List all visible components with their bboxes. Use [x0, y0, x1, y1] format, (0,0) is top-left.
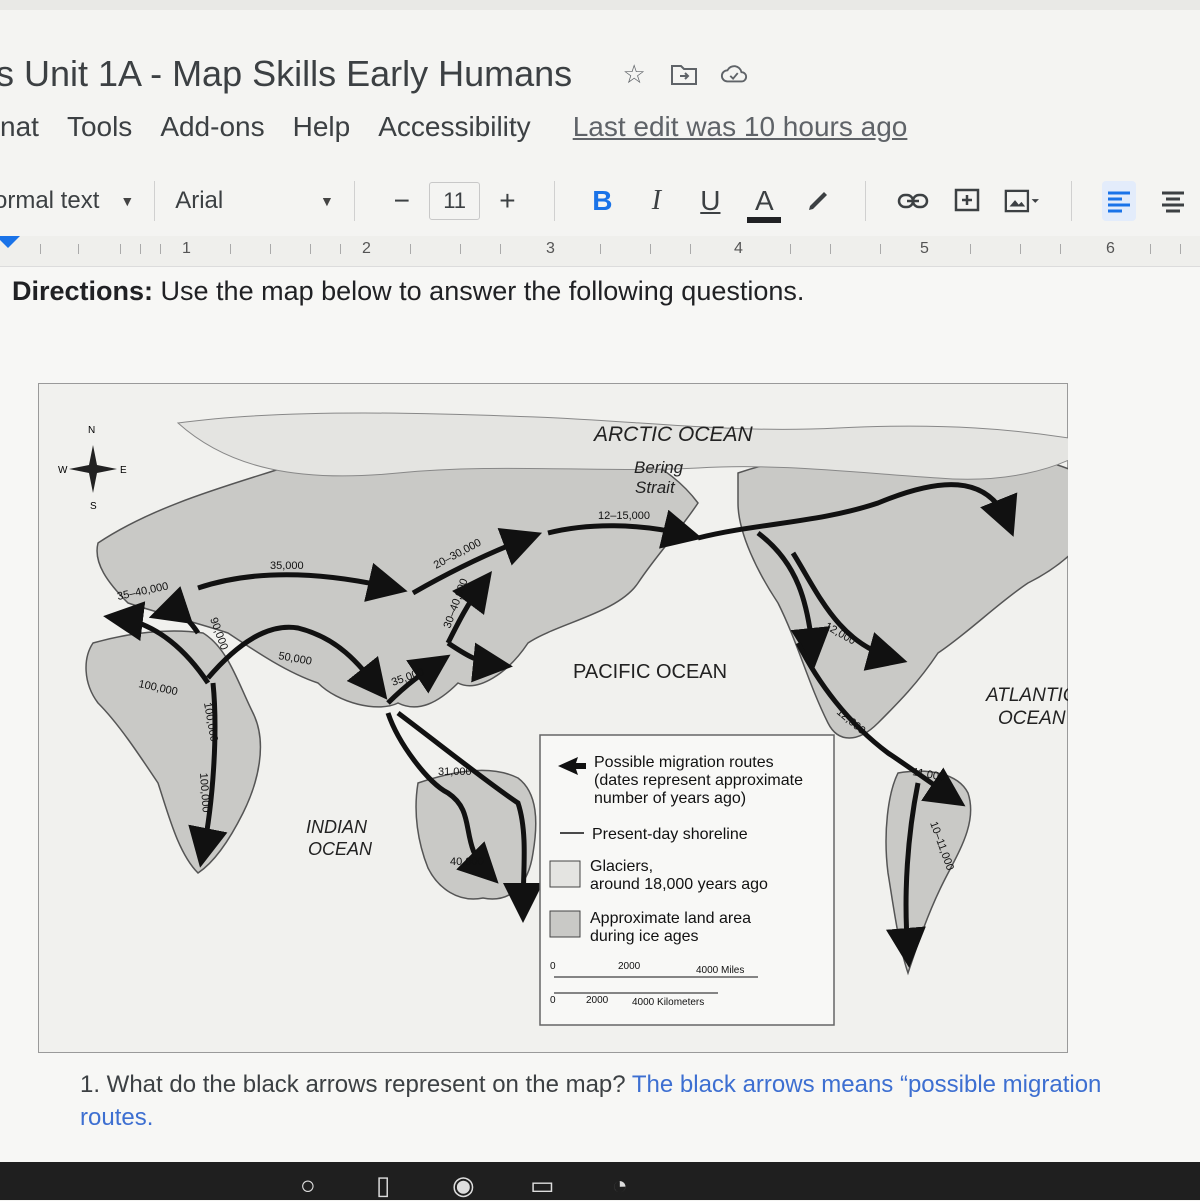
- compass-n-label: N: [88, 425, 95, 436]
- taskbar: ○ ▯ ◉ ▭ ◔: [0, 1162, 1200, 1200]
- menu-accessibility[interactable]: Accessibility: [378, 111, 530, 143]
- menu-format[interactable]: nat: [0, 111, 39, 143]
- legend-glaciers-1: Glaciers,: [590, 858, 653, 875]
- ruler-number: 4: [734, 240, 743, 257]
- toolbar-divider: [865, 181, 867, 221]
- toolbar-divider: [554, 181, 556, 221]
- insert-image-icon[interactable]: [1004, 181, 1041, 221]
- date-label: 40,000: [450, 856, 484, 868]
- date-label: 31,000: [438, 766, 472, 778]
- legend-routes-3: number of years ago): [594, 790, 746, 807]
- question-1[interactable]: 1. What do the black arrows represent on…: [80, 1068, 1140, 1134]
- menu-bar: nat Tools Add-ons Help Accessibility Las…: [0, 104, 907, 150]
- underline-button[interactable]: U: [693, 181, 727, 221]
- directions-text[interactable]: Directions: Use the map below to answer …: [12, 276, 804, 307]
- scale-miles-end: 4000 Miles: [696, 965, 744, 976]
- star-icon[interactable]: ☆: [620, 59, 648, 89]
- atlantic-ocean-label-1: ATLANTIC: [985, 685, 1068, 706]
- compass-e-label: E: [120, 465, 127, 476]
- menu-addons[interactable]: Add-ons: [160, 111, 264, 143]
- ruler-number: 5: [920, 240, 929, 257]
- ruler-number: 3: [546, 240, 555, 257]
- browser-top-strip: [0, 0, 1200, 10]
- legend-glaciers-2: around 18,000 years ago: [590, 876, 768, 893]
- highlight-icon[interactable]: [801, 181, 835, 221]
- text-color-button[interactable]: A: [747, 181, 782, 223]
- arctic-ocean-label: ARCTIC OCEAN: [592, 423, 754, 446]
- indian-ocean-label-2: OCEAN: [308, 839, 373, 859]
- italic-button[interactable]: I: [639, 181, 673, 221]
- ruler-number: 6: [1106, 240, 1115, 257]
- decrease-font-size-button[interactable]: −: [385, 181, 419, 221]
- toolbar-divider: [154, 181, 156, 221]
- ruler-number: 1: [182, 240, 191, 257]
- menu-help[interactable]: Help: [293, 111, 351, 143]
- paragraph-style-select[interactable]: ormal text: [0, 187, 104, 215]
- pacific-ocean-label: PACIFIC OCEAN: [573, 661, 727, 683]
- bering-strait-label-2: Strait: [635, 478, 676, 497]
- menu-tools[interactable]: Tools: [67, 111, 132, 143]
- ruler-number: 2: [362, 240, 371, 257]
- map-legend: Possible migration routes (dates represe…: [539, 734, 835, 1026]
- scale-km-end: 4000 Kilometers: [632, 997, 704, 1008]
- legend-routes-2: (dates represent approximate: [594, 772, 803, 789]
- compass-w-label: W: [58, 465, 68, 476]
- app-icon[interactable]: ◔: [612, 1170, 628, 1201]
- scale-km-zero: 0: [550, 995, 556, 1006]
- indian-ocean-label-1: INDIAN: [306, 817, 368, 837]
- scale-miles-mid: 2000: [618, 961, 641, 972]
- question-text: 1. What do the black arrows represent on…: [80, 1071, 632, 1098]
- task-view-icon[interactable]: ▯: [376, 1170, 390, 1201]
- scale-zero: 0: [550, 961, 556, 972]
- toolbar-divider: [1071, 181, 1073, 221]
- font-family-select[interactable]: Arial: [175, 187, 304, 215]
- search-icon[interactable]: ○: [300, 1170, 316, 1201]
- move-folder-icon[interactable]: [670, 60, 698, 88]
- legend-land-1: Approximate land area: [590, 910, 751, 927]
- add-comment-icon[interactable]: [950, 181, 984, 221]
- legend-shoreline: Present-day shoreline: [592, 826, 748, 843]
- link-icon[interactable]: [896, 181, 930, 221]
- chevron-down-icon[interactable]: ▼: [120, 193, 134, 209]
- doc-title[interactable]: s Unit 1A - Map Skills Early Humans: [0, 53, 572, 95]
- directions-body: Use the map below to answer the followin…: [153, 276, 805, 306]
- compass-s-label: S: [90, 501, 97, 512]
- increase-font-size-button[interactable]: +: [490, 181, 524, 221]
- legend-routes-1: Possible migration routes: [594, 754, 774, 771]
- chevron-down-icon[interactable]: ▼: [320, 193, 334, 209]
- cloud-saved-icon[interactable]: [720, 60, 748, 88]
- font-size-input[interactable]: 11: [428, 182, 481, 220]
- scale-km-mid: 2000: [586, 995, 609, 1006]
- last-edit-link[interactable]: Last edit was 10 hours ago: [573, 111, 908, 143]
- date-label: 12–15,000: [598, 510, 650, 522]
- legend-land-2: during ice ages: [590, 928, 699, 945]
- align-center-icon[interactable]: [1156, 181, 1190, 221]
- ruler[interactable]: 1 2 3 4 5 6: [0, 236, 1200, 267]
- atlantic-ocean-label-2: OCEAN: [998, 708, 1066, 729]
- bering-strait-label-1: Bering: [634, 458, 684, 477]
- indent-marker-icon[interactable]: [0, 236, 20, 248]
- toolbar-divider: [353, 181, 355, 221]
- date-label: 35,000: [270, 560, 304, 572]
- edge-icon[interactable]: ◉: [452, 1170, 475, 1201]
- folder-icon[interactable]: ▭: [530, 1170, 555, 1201]
- bold-button[interactable]: B: [585, 181, 619, 221]
- migration-map[interactable]: N S E W ARCTIC OCEAN Bering Strait PACIF…: [38, 383, 1068, 1053]
- align-left-icon[interactable]: [1102, 181, 1137, 221]
- formatting-toolbar: ormal text ▼ Arial ▼ − 11 + B I U A: [0, 172, 1200, 230]
- doc-title-row: s Unit 1A - Map Skills Early Humans ☆: [0, 48, 748, 100]
- directions-label: Directions:: [12, 276, 154, 306]
